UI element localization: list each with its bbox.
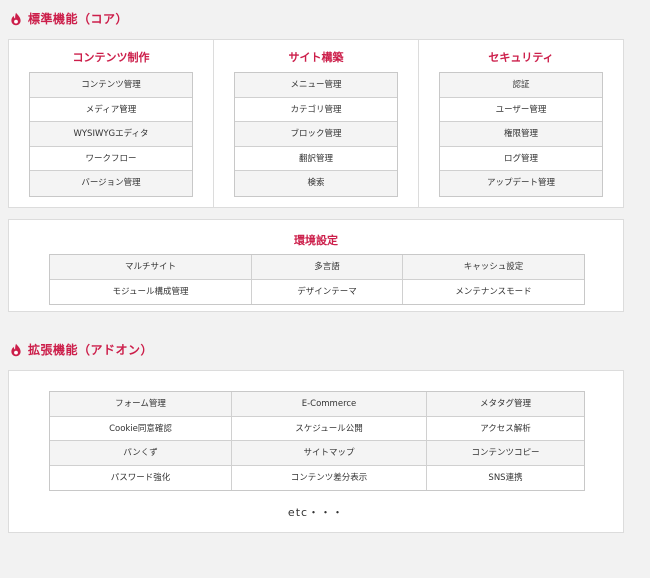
list-item: ワークフロー xyxy=(30,146,192,172)
core-features-panel: コンテンツ制作 コンテンツ管理 メディア管理 WYSIWYGエディタ ワークフロ… xyxy=(8,39,624,208)
feature-list: コンテンツ管理 メディア管理 WYSIWYGエディタ ワークフロー バージョン管… xyxy=(29,72,193,197)
column-title: サイト構築 xyxy=(288,51,344,64)
grid-cell: コンテンツ差分表示 xyxy=(232,465,427,490)
grid-cell: メタタグ管理 xyxy=(427,392,584,417)
site-building-column: サイト構築 メニュー管理 カテゴリ管理 ブロック管理 翻訳管理 検索 xyxy=(214,40,419,207)
core-heading-text: 標準機能（コア） xyxy=(28,12,129,26)
environment-title: 環境設定 xyxy=(294,234,338,247)
grid-cell: スケジュール公開 xyxy=(232,416,427,441)
list-item: メニュー管理 xyxy=(235,73,397,98)
grid-cell: キャッシュ設定 xyxy=(403,255,584,280)
grid-cell: パンくず xyxy=(50,441,232,466)
list-item: メディア管理 xyxy=(30,97,192,123)
addon-grid: フォーム管理 E-Commerce メタタグ管理 Cookie同意確認 スケジュ… xyxy=(49,391,585,491)
feature-list: メニュー管理 カテゴリ管理 ブロック管理 翻訳管理 検索 xyxy=(234,72,398,197)
list-item: 権限管理 xyxy=(440,122,602,147)
list-item: 認証 xyxy=(440,73,602,98)
environment-grid: マルチサイト 多言語 キャッシュ設定 モジュール構成管理 デザインテーマ メンテ… xyxy=(49,254,585,305)
grid-cell: デザインテーマ xyxy=(252,279,403,304)
grid-cell: メンテナンスモード xyxy=(403,279,584,304)
flame-icon xyxy=(9,12,23,26)
grid-cell: フォーム管理 xyxy=(50,392,232,417)
list-item: アップデート管理 xyxy=(440,171,602,196)
grid-cell: Cookie同意確認 xyxy=(50,416,232,441)
grid-cell: コンテンツコピー xyxy=(427,441,584,466)
list-item: WYSIWYGエディタ xyxy=(30,122,192,147)
list-item: 翻訳管理 xyxy=(235,146,397,172)
grid-cell: パスワード強化 xyxy=(50,465,232,490)
column-title: コンテンツ制作 xyxy=(72,51,150,64)
addon-heading-text: 拡張機能（アドオン） xyxy=(28,343,154,357)
grid-cell: 多言語 xyxy=(252,255,403,280)
list-item: ブロック管理 xyxy=(235,122,397,147)
feature-list: 認証 ユーザー管理 権限管理 ログ管理 アップデート管理 xyxy=(439,72,603,197)
list-item: カテゴリ管理 xyxy=(235,97,397,123)
grid-cell: SNS連携 xyxy=(427,465,584,490)
list-item: 検索 xyxy=(235,171,397,196)
flame-icon xyxy=(9,343,23,357)
security-column: セキュリティ 認証 ユーザー管理 権限管理 ログ管理 アップデート管理 xyxy=(419,40,623,207)
environment-panel: 環境設定 マルチサイト 多言語 キャッシュ設定 モジュール構成管理 デザインテー… xyxy=(8,219,624,312)
grid-cell: モジュール構成管理 xyxy=(50,279,252,304)
grid-cell: サイトマップ xyxy=(232,441,427,466)
addon-panel: フォーム管理 E-Commerce メタタグ管理 Cookie同意確認 スケジュ… xyxy=(8,370,624,533)
grid-cell: マルチサイト xyxy=(50,255,252,280)
grid-cell: アクセス解析 xyxy=(427,416,584,441)
grid-cell: E-Commerce xyxy=(232,392,427,417)
content-creation-column: コンテンツ制作 コンテンツ管理 メディア管理 WYSIWYGエディタ ワークフロ… xyxy=(9,40,214,207)
addon-section-heading: 拡張機能（アドオン） xyxy=(9,341,153,358)
list-item: ユーザー管理 xyxy=(440,97,602,123)
list-item: コンテンツ管理 xyxy=(30,73,192,98)
core-section-heading: 標準機能（コア） xyxy=(9,10,128,27)
etc-text: etc・・・ xyxy=(287,506,345,519)
list-item: バージョン管理 xyxy=(30,171,192,196)
column-title: セキュリティ xyxy=(488,51,554,64)
list-item: ログ管理 xyxy=(440,146,602,172)
